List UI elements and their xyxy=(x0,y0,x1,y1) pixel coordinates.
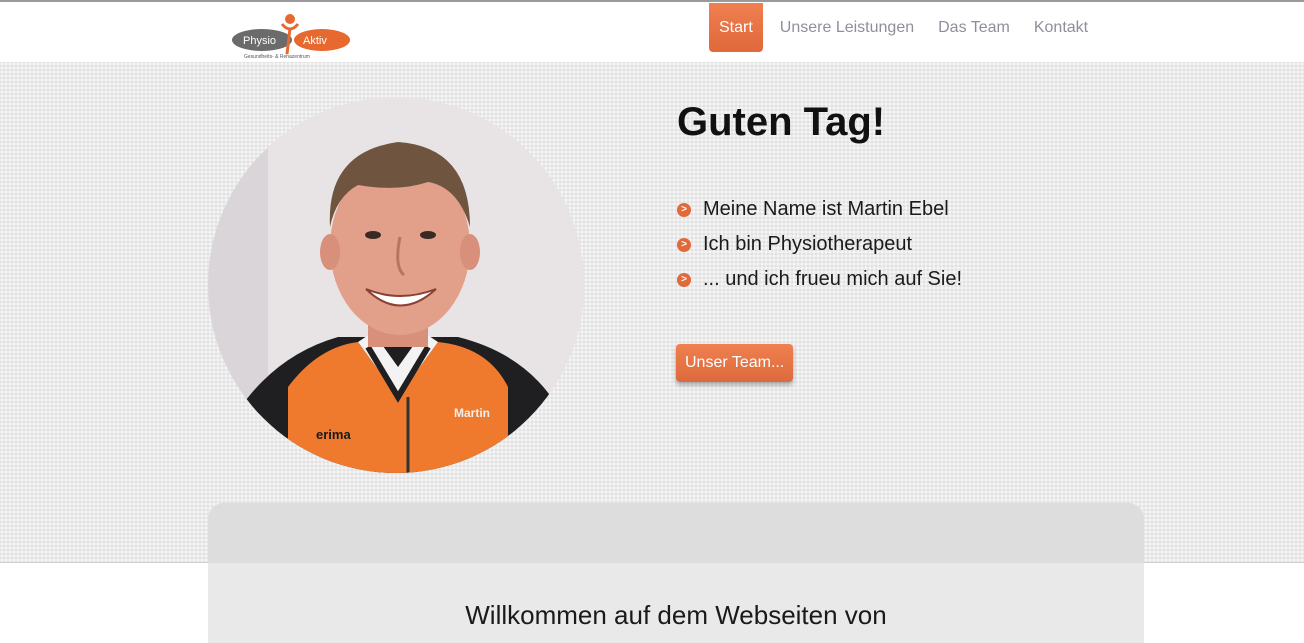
list-item: > ... und ich frueu mich auf Sie! xyxy=(677,262,962,297)
navbar: Physio Aktiv Gesundheits- & Rehazentrum … xyxy=(0,2,1304,62)
bullet-text: Ich bin Physiotherapeut xyxy=(703,233,913,255)
portrait-illustration: erima Martin xyxy=(208,97,584,473)
chevron-right-icon: > xyxy=(677,237,691,252)
chevron-right-icon: > xyxy=(677,272,691,287)
portrait-photo: erima Martin xyxy=(208,97,584,473)
nav-kontakt[interactable]: Kontakt xyxy=(1022,3,1100,52)
chevron-right-icon: > xyxy=(677,202,691,217)
logo-tagline: Gesundheits- & Rehazentrum xyxy=(244,54,310,60)
shirt-brand-text: erima xyxy=(316,427,351,442)
nav-unsere-leistungen[interactable]: Unsere Leistungen xyxy=(768,3,926,52)
logo-text-right: Aktiv xyxy=(303,35,327,47)
hero-section: erima Martin Guten Tag! > Meine Name ist… xyxy=(0,62,1304,563)
welcome-card-header xyxy=(208,503,1144,563)
bullet-text: ... und ich frueu mich auf Sie! xyxy=(703,268,963,290)
shirt-name-text: Martin xyxy=(454,406,490,420)
nav-start[interactable]: Start xyxy=(709,2,763,52)
bullet-text: Meine Name ist Martin Ebel xyxy=(703,198,949,220)
hero-bullet-list: > Meine Name ist Martin Ebel > Ich bin P… xyxy=(677,192,962,297)
list-item: > Meine Name ist Martin Ebel xyxy=(677,192,962,227)
list-item: > Ich bin Physiotherapeut xyxy=(677,227,962,262)
logo-text-left: Physio xyxy=(243,35,276,47)
unser-team-button[interactable]: Unser Team... xyxy=(676,344,794,382)
logo-graphic: Physio Aktiv Gesundheits- & Rehazentrum xyxy=(232,14,350,60)
welcome-card: Willkommen auf dem Webseiten von xyxy=(208,503,1144,643)
nav-das-team[interactable]: Das Team xyxy=(926,3,1022,52)
logo[interactable]: Physio Aktiv Gesundheits- & Rehazentrum xyxy=(230,10,352,60)
main-nav: Start Unsere Leistungen Das Team Kontakt xyxy=(709,2,1100,52)
hero-title: Guten Tag! xyxy=(677,100,886,144)
welcome-heading: Willkommen auf dem Webseiten von xyxy=(465,600,887,630)
